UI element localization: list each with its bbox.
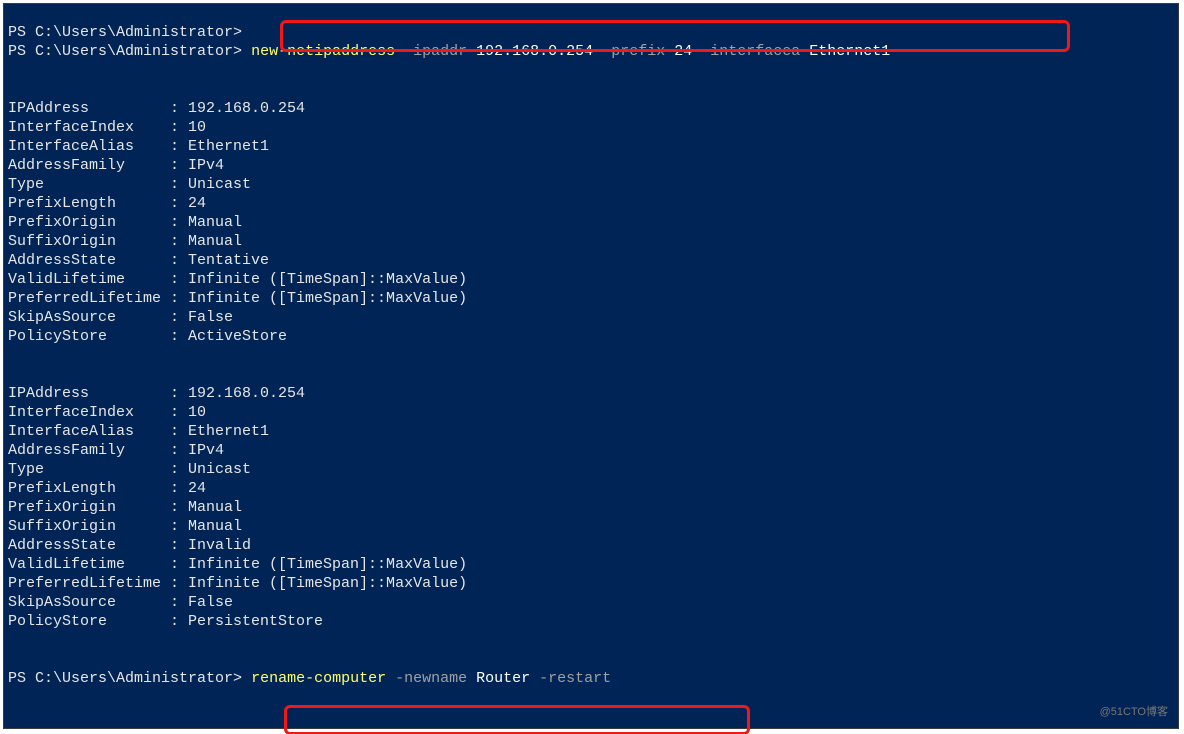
cmd1-value-ipaddr: 192.168.0.254 (476, 43, 593, 60)
cmd2-param-restart: -restart (539, 670, 611, 687)
prompt-line-empty: PS C:\Users\Administrator> (8, 24, 242, 41)
output-block-2: IPAddress : 192.168.0.254 InterfaceIndex… (8, 385, 467, 630)
watermark: @51CTO博客 (1100, 703, 1168, 722)
cmd2-param-newname: -newname (395, 670, 467, 687)
cmd2-cmdlet: rename-computer (251, 670, 386, 687)
cmd1-param-prefix: -prefix (602, 43, 665, 60)
cmd1-value-interface: Ethernet1 (809, 43, 890, 60)
cmd1-value-prefix: 24 (674, 43, 692, 60)
highlight-box-cmd2 (284, 705, 750, 734)
terminal-content[interactable]: PS C:\Users\Administrator> PS C:\Users\A… (4, 4, 1178, 688)
output-block-1: IPAddress : 192.168.0.254 InterfaceIndex… (8, 100, 467, 345)
cmd1-param-interface: -interfacea (701, 43, 800, 60)
prompt-line-cmd2: PS C:\Users\Administrator> rename-comput… (8, 670, 611, 687)
prompt-line-cmd1: PS C:\Users\Administrator> new-netipaddr… (8, 43, 890, 60)
powershell-terminal[interactable]: PS C:\Users\Administrator> PS C:\Users\A… (3, 3, 1179, 729)
cmd2-value-newname: Router (476, 670, 530, 687)
cmd1-cmdlet: new-netipaddress (251, 43, 395, 60)
cmd1-param-ipaddr: -ipaddr (404, 43, 467, 60)
